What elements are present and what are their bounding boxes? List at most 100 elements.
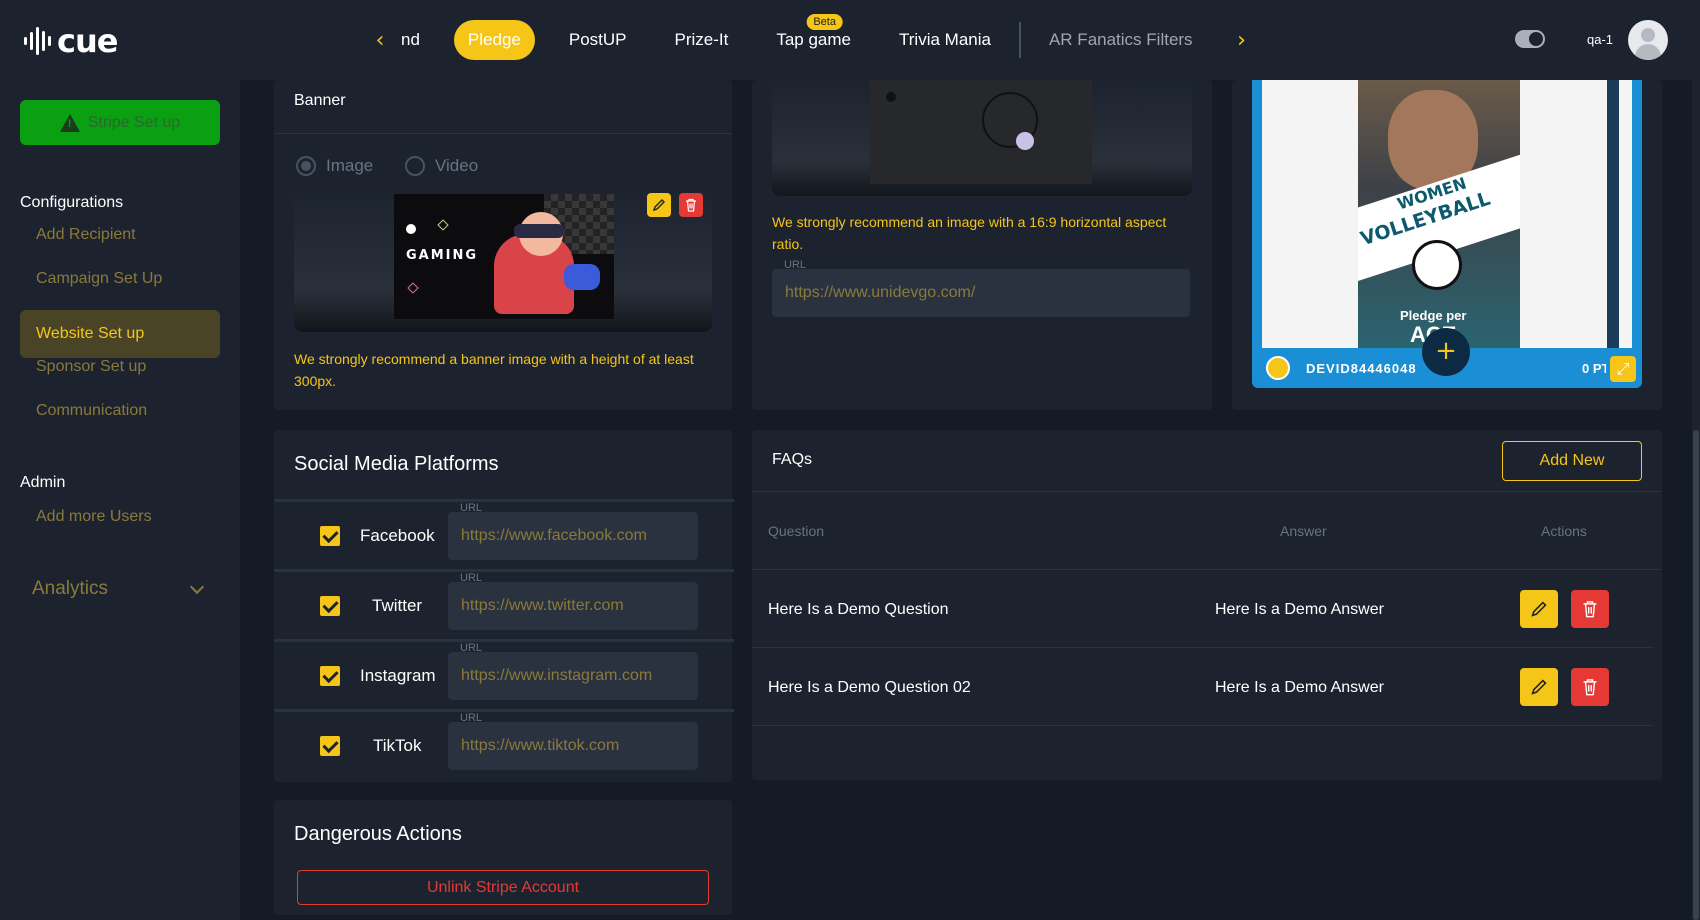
theme-toggle[interactable] (1515, 30, 1545, 48)
sidebar-item-communication[interactable]: Communication (36, 402, 147, 420)
banner-delete-button[interactable] (679, 193, 703, 217)
stripe-setup-label: Stripe Set up (87, 113, 181, 131)
radio-image[interactable]: Image (296, 156, 373, 176)
twitter-label: Twitter (372, 596, 423, 615)
radio-image-label: Image (326, 156, 374, 175)
nav-item-partial[interactable]: nd (395, 20, 444, 60)
website-image (870, 80, 1092, 184)
pencil-icon (1531, 679, 1547, 695)
expand-button[interactable]: ⤢ (1610, 356, 1636, 382)
facebook-url-field[interactable]: URL https://www.facebook.com (448, 502, 698, 560)
nav-item-postup[interactable]: PostUP (545, 20, 651, 60)
twitter-checkbox[interactable] (320, 596, 340, 616)
instagram-url-label: URL (460, 642, 483, 654)
top-header: cue ‹ nd Pledge PostUP Prize-It Tap game… (0, 0, 1700, 80)
instagram-checkbox[interactable] (320, 666, 340, 686)
faq-delete-button[interactable] (1571, 590, 1609, 628)
radio-video[interactable]: Video (405, 156, 478, 176)
sidebar-item-add-more-users[interactable]: Add more Users (36, 508, 152, 526)
faq-question: Here Is a Demo Question (768, 601, 949, 618)
add-new-faq-button[interactable]: Add New (1502, 441, 1642, 481)
username-label: qa-1 (1587, 32, 1614, 47)
radio-video-dot[interactable] (405, 156, 425, 176)
nav-item-trivia-mania[interactable]: Trivia Mania (875, 20, 1015, 60)
divider (752, 569, 1662, 570)
radio-image-dot[interactable] (296, 156, 316, 176)
tiktok-label: TikTok (373, 736, 422, 755)
pencil-icon (1531, 601, 1547, 617)
cue-logo[interactable]: cue (24, 22, 118, 60)
pencil-icon (652, 199, 665, 212)
soundwave-icon (24, 23, 51, 59)
facebook-url-label: URL (460, 502, 483, 514)
coin-icon (1266, 356, 1290, 380)
twitter-url-label: URL (460, 572, 483, 584)
social-row-twitter: Twitter URL https://www.twitter.com (274, 569, 734, 631)
divider (752, 491, 1662, 492)
sidebar-item-campaign-setup[interactable]: Campaign Set Up (36, 270, 162, 288)
faq-delete-button[interactable] (1571, 668, 1609, 706)
social-row-instagram: Instagram URL https://www.instagram.com (274, 639, 734, 701)
beta-badge: Beta (806, 14, 843, 30)
sidebar: Stripe Set up Configurations Add Recipie… (0, 80, 240, 920)
instagram-url-field[interactable]: URL https://www.instagram.com (448, 642, 698, 700)
instagram-url-value: https://www.instagram.com (461, 667, 653, 684)
nav-item-prize-it[interactable]: Prize-It (651, 20, 753, 60)
tiktok-url-field[interactable]: URL https://www.tiktok.com (448, 712, 698, 770)
nav-item-pledge[interactable]: Pledge (453, 20, 535, 60)
faq-column-actions: Actions (1541, 523, 1587, 539)
banner-edit-button[interactable] (647, 193, 671, 217)
scrollbar-thumb[interactable] (1693, 430, 1699, 920)
radio-video-label: Video (435, 156, 479, 175)
volleyball-icon (1412, 240, 1462, 290)
website-image-frame (772, 80, 1192, 196)
avatar[interactable] (1628, 20, 1668, 60)
stripe-setup-button[interactable]: Stripe Set up (20, 100, 220, 145)
sidebar-item-add-recipient[interactable]: Add Recipient (36, 226, 136, 244)
preview-user-id: DEVID8444604834 (1306, 361, 1416, 376)
banner-graphic-text: GAMING (406, 248, 479, 263)
admin-heading: Admin (20, 474, 66, 491)
unlink-stripe-button[interactable]: Unlink Stripe Account (297, 870, 709, 905)
website-url-field[interactable]: URL https://www.unidevgo.com/ (772, 259, 1190, 317)
twitter-url-field[interactable]: URL https://www.twitter.com (448, 572, 698, 630)
nav-divider (1018, 22, 1021, 58)
faq-column-question: Question (768, 523, 825, 539)
faq-answer: Here Is a Demo Answer (1215, 601, 1384, 618)
faq-edit-button[interactable] (1520, 668, 1558, 706)
faq-column-answer: Answer (1280, 523, 1327, 539)
faq-answer: Here Is a Demo Answer (1215, 679, 1384, 696)
banner-image: GAMING (394, 194, 614, 319)
user-icon (1641, 28, 1655, 42)
phone-preview: WOMEN VOLLEYBALL Pledge per ACE + DEVID8… (1252, 80, 1642, 388)
nav-item-tap-game[interactable]: Tap game Beta (752, 14, 875, 60)
nav-item-tap-game-label: Tap game (776, 30, 852, 49)
danger-title: Dangerous Actions (294, 823, 462, 845)
chevron-right-icon[interactable]: › (1227, 28, 1257, 53)
twitter-url-value: https://www.twitter.com (461, 597, 624, 614)
divider (752, 647, 1654, 648)
sidebar-item-analytics[interactable]: Analytics (32, 578, 108, 600)
logo-text: cue (57, 22, 118, 60)
trash-icon (1583, 601, 1597, 618)
facebook-label: Facebook (360, 526, 435, 545)
website-image-note: We strongly recommend an image with a 16… (772, 214, 1167, 252)
faq-edit-button[interactable] (1520, 590, 1558, 628)
tiktok-url-label: URL (460, 712, 483, 724)
scrollbar[interactable] (1692, 80, 1700, 920)
add-button[interactable]: + (1422, 328, 1470, 376)
facebook-checkbox[interactable] (320, 526, 340, 546)
faq-question: Here Is a Demo Question 02 (768, 679, 971, 696)
chevron-down-icon[interactable] (189, 579, 205, 595)
banner-title: Banner (294, 92, 346, 109)
poster-image: WOMEN VOLLEYBALL Pledge per ACE (1358, 80, 1520, 348)
configurations-heading: Configurations (20, 194, 124, 211)
tiktok-checkbox[interactable] (320, 736, 340, 756)
poster-caption: Pledge per (1400, 308, 1467, 323)
divider (274, 133, 732, 134)
nav-item-ar-fanatics-filters[interactable]: AR Fanatics Filters (1025, 20, 1217, 60)
chevron-left-icon[interactable]: ‹ (365, 28, 395, 53)
website-url-value: https://www.unidevgo.com/ (785, 284, 976, 301)
sidebar-item-website-setup[interactable]: Website Set up (20, 310, 220, 358)
sidebar-item-sponsor-setup[interactable]: Sponsor Set up (36, 358, 146, 376)
